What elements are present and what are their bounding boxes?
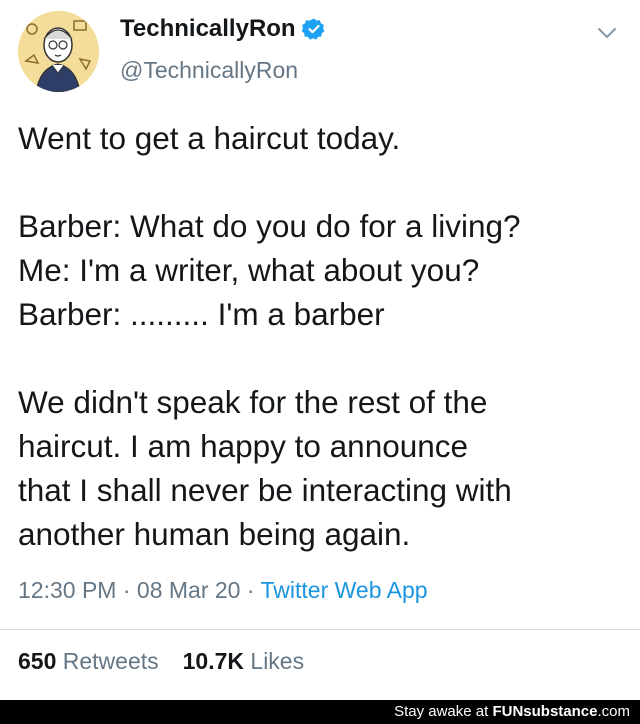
likes-stat[interactable]: 10.7K Likes [183,648,304,674]
verified-badge-icon [301,17,326,41]
retweets-label: Retweets [62,648,159,674]
tweet-line: We didn't speak for the rest of the [18,384,488,420]
avatar-illustration [18,11,99,92]
tweet-source-link[interactable]: Twitter Web App [261,577,428,603]
retweets-stat[interactable]: 650 Retweets [18,648,159,674]
tweet-line: Went to get a haircut today. [18,120,401,156]
tweet-stats: 650 Retweets 10.7K Likes [18,647,304,675]
tweet-date[interactable]: 08 Mar 20 [137,577,241,603]
watermark-brand: FUNsubstance [492,703,598,720]
tweet-time[interactable]: 12:30 PM [18,577,116,603]
tweet-line: another human being again. [18,516,411,552]
watermark-bar: Stay awake at FUNsubstance.com [0,700,640,724]
tweet-line: that I shall never be interacting with [18,472,512,508]
avatar[interactable] [18,11,99,92]
tweet-line: haircut. I am happy to announce [18,428,469,464]
tweet-line: Me: I'm a writer, what about you? [18,252,480,288]
meta-separator: · [122,577,131,603]
author-handle[interactable]: @TechnicallyRon [120,56,298,84]
tweet-metadata: 12:30 PM · 08 Mar 20 · Twitter Web App [18,576,428,604]
chevron-down-icon[interactable] [596,26,618,40]
likes-count: 10.7K [182,648,245,674]
divider [0,629,640,630]
author-display-name[interactable]: TechnicallyRon [120,14,296,44]
tweet-line: Barber: ......... I'm a barber [18,296,385,332]
author-name-row[interactable]: TechnicallyRon [120,14,326,44]
watermark-text: Stay awake at FUNsubstance.com [394,703,630,721]
tweet-text: Went to get a haircut today. Barber: Wha… [18,116,628,556]
tweet-line: Barber: What do you do for a living? [18,208,521,244]
likes-label: Likes [250,648,305,674]
watermark-prefix: Stay awake at [394,703,493,720]
watermark-suffix: .com [597,703,630,720]
retweets-count: 650 [18,648,57,674]
meta-separator: · [246,577,255,603]
